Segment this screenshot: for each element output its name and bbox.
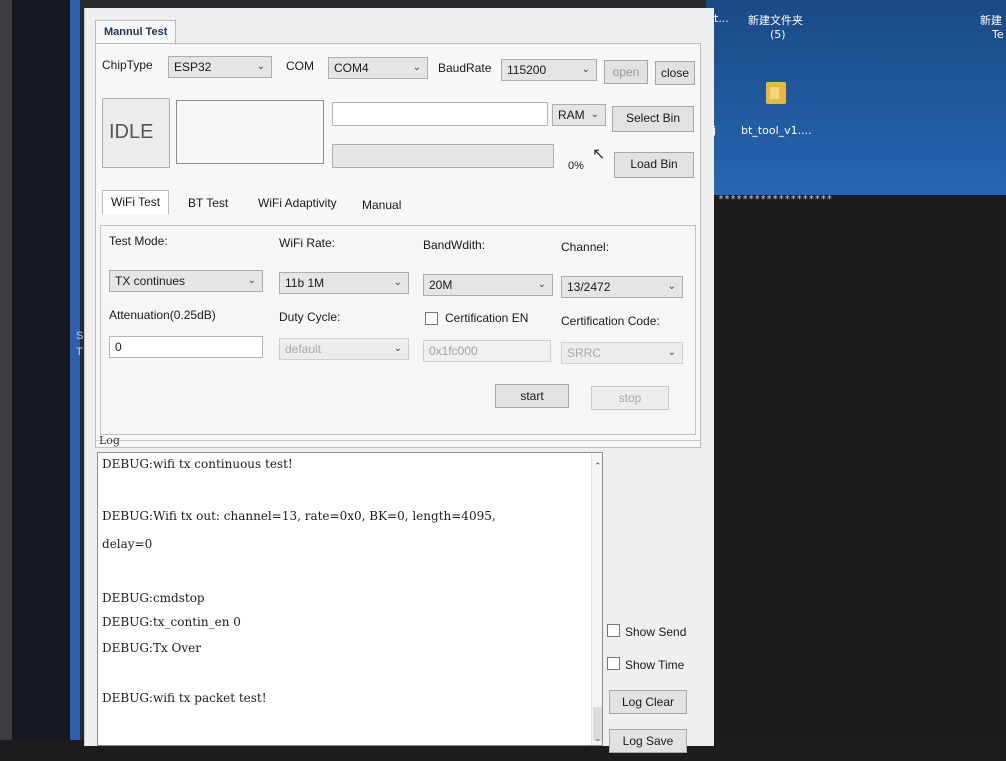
show-time-label: Show Time xyxy=(625,658,685,672)
wifi-rate-select[interactable]: 11b 1M ⌄ xyxy=(279,272,409,294)
show-send-checkbox[interactable] xyxy=(607,624,620,637)
folder-icon[interactable] xyxy=(766,82,786,104)
desktop-item-right-sub: Te xyxy=(992,28,1004,41)
close-button[interactable]: close xyxy=(655,61,695,85)
com-label: COM xyxy=(286,59,314,73)
console-stars: ******************* xyxy=(718,194,833,205)
memory-value: RAM xyxy=(558,108,585,122)
certification-en-label: Certification EN xyxy=(445,311,529,325)
test-mode-value: TX continues xyxy=(115,274,186,288)
baudrate-value: 115200 xyxy=(507,63,547,77)
manual-test-panel: ChipType ESP32 ⌄ COM COM4 ⌄ BaudRate 115… xyxy=(95,43,701,448)
bandwidth-value: 20M xyxy=(429,278,453,292)
test-mode-select[interactable]: TX continues ⌄ xyxy=(109,270,263,292)
chevron-down-icon: ⌄ xyxy=(537,279,546,290)
duty-cycle-select[interactable]: default ⌄ xyxy=(279,338,409,360)
certification-code-value: SRRC xyxy=(567,346,602,360)
mouse-cursor-icon: ↖ xyxy=(592,146,606,163)
app-window: Mannul Test ChipType ESP32 ⌄ COM COM4 ⌄ … xyxy=(84,8,714,753)
background-window-edge xyxy=(70,0,80,740)
chevron-down-icon: ⌄ xyxy=(247,275,256,286)
chiptype-label: ChipType xyxy=(102,58,153,72)
bin-path-field[interactable] xyxy=(332,102,548,126)
desktop-item-right[interactable]: 新建 xyxy=(980,12,1002,28)
wifi-rate-label: WiFi Rate: xyxy=(279,236,336,250)
log-line: DEBUG:Wifi tx out: channel=13, rate=0x0,… xyxy=(102,509,496,523)
progress-percent: 0% xyxy=(568,160,584,172)
channel-select[interactable]: 13/2472 ⌄ xyxy=(561,276,683,298)
console-window xyxy=(706,195,1006,740)
show-time-checkbox[interactable] xyxy=(607,657,620,670)
desktop-icon-label[interactable]: bt_tool_v1.... xyxy=(741,124,812,137)
tab-mannul-test[interactable]: Mannul Test xyxy=(95,20,177,44)
log-scrollbar[interactable] xyxy=(591,454,602,745)
attenuation-input[interactable]: 0 xyxy=(109,336,263,358)
strip-char-1: S xyxy=(76,330,84,342)
channel-value: 13/2472 xyxy=(567,280,611,294)
select-bin-button[interactable]: Select Bin xyxy=(612,106,694,132)
desktop-background xyxy=(706,0,1006,195)
desktop-folder-label[interactable]: 新建文件夹 xyxy=(748,12,803,28)
test-mode-label: Test Mode: xyxy=(109,234,168,248)
log-line: DEBUG:cmdstop xyxy=(102,591,205,605)
show-send-label: Show Send xyxy=(625,625,687,639)
chevron-down-icon: ⌄ xyxy=(581,64,590,75)
desktop-folder-sub: (5) xyxy=(770,28,786,41)
log-title: Log xyxy=(99,434,120,447)
chevron-down-icon: ⌄ xyxy=(667,281,676,292)
open-button[interactable]: open xyxy=(604,60,648,84)
desktop-item-truncated[interactable]: t... xyxy=(714,12,729,25)
monitor-bezel xyxy=(0,0,12,761)
certification-en-checkbox[interactable] xyxy=(425,312,438,325)
attenuation-label: Attenuation(0.25dB) xyxy=(109,308,216,322)
tab-manual[interactable]: Manual xyxy=(354,194,409,218)
duty-cycle-value: default xyxy=(285,342,322,356)
memory-select[interactable]: RAM ⌄ xyxy=(552,104,606,126)
wifi-rate-value: 11b 1M xyxy=(285,276,325,290)
log-clear-button[interactable]: Log Clear xyxy=(609,690,687,714)
chiptype-select[interactable]: ESP32 ⌄ xyxy=(168,56,272,78)
bandwidth-label: BandWdith: xyxy=(423,238,486,252)
chevron-down-icon: ⌄ xyxy=(590,109,599,120)
log-line: DEBUG:wifi tx continuous test! xyxy=(102,457,293,471)
tab-wifi-test[interactable]: WiFi Test xyxy=(102,190,170,214)
chevron-down-icon: ⌄ xyxy=(393,277,402,288)
scroll-up-icon[interactable]: ⌃ xyxy=(594,461,602,472)
tab-wifi-adaptivity[interactable]: WiFi Adaptivity xyxy=(250,192,345,216)
tab-bt-test[interactable]: BT Test xyxy=(180,192,236,216)
baudrate-label: BaudRate xyxy=(438,61,492,75)
background-window-strip xyxy=(12,0,74,761)
log-line: DEBUG:wifi tx packet test! xyxy=(102,691,267,705)
scroll-down-icon[interactable]: ⌄ xyxy=(594,733,602,744)
baudrate-select[interactable]: 115200 ⌄ xyxy=(501,59,597,81)
duty-cycle-label: Duty Cycle: xyxy=(279,310,341,324)
wifi-test-panel: Test Mode: WiFi Rate: BandWdith: Channel… xyxy=(100,225,696,435)
load-bin-button[interactable]: Load Bin xyxy=(614,152,694,178)
com-select[interactable]: COM4 ⌄ xyxy=(328,57,428,79)
chevron-down-icon: ⌄ xyxy=(393,343,402,354)
strip-char-2: T xyxy=(76,346,83,358)
com-value: COM4 xyxy=(334,61,369,75)
status-text: IDLE xyxy=(109,121,154,143)
log-line: delay=0 xyxy=(102,537,153,551)
log-line: DEBUG:tx_contin_en 0 xyxy=(102,615,241,629)
start-button[interactable]: start xyxy=(495,384,569,408)
certification-code-select[interactable]: SRRC ⌄ xyxy=(561,342,683,364)
log-save-button[interactable]: Log Save xyxy=(609,729,687,753)
certification-code-label: Certification Code: xyxy=(561,314,660,328)
load-progress-bar xyxy=(332,144,554,168)
chiptype-value: ESP32 xyxy=(174,60,212,74)
status-box: IDLE xyxy=(102,98,170,168)
bandwidth-select[interactable]: 20M ⌄ xyxy=(423,274,553,296)
certification-address-input[interactable]: 0x1fc000 xyxy=(423,340,551,362)
chevron-down-icon: ⌄ xyxy=(412,62,421,73)
chevron-down-icon: ⌄ xyxy=(256,61,265,72)
channel-label: Channel: xyxy=(561,240,610,254)
stop-button[interactable]: stop xyxy=(591,386,669,410)
preview-box xyxy=(176,100,324,164)
log-output[interactable]: DEBUG:wifi tx continuous test! DEBUG:Wif… xyxy=(97,452,603,746)
chevron-down-icon: ⌄ xyxy=(667,347,676,358)
log-line: DEBUG:Tx Over xyxy=(102,641,201,655)
